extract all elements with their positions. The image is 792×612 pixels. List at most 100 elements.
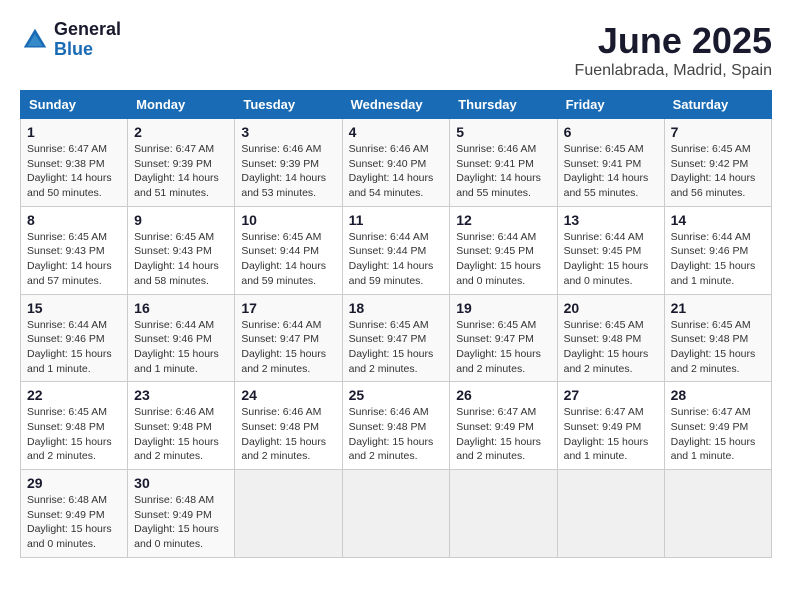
calendar-week-row: 22 Sunrise: 6:45 AM Sunset: 9:48 PM Dayli… <box>21 382 772 470</box>
day-number: 19 <box>456 300 550 316</box>
calendar-cell: 4 Sunrise: 6:46 AM Sunset: 9:40 PM Daylig… <box>342 119 450 207</box>
day-number: 2 <box>134 124 228 140</box>
calendar-week-row: 8 Sunrise: 6:45 AM Sunset: 9:43 PM Daylig… <box>21 206 772 294</box>
calendar-cell <box>557 470 664 558</box>
day-number: 5 <box>456 124 550 140</box>
calendar-title: June 2025 <box>575 20 772 62</box>
cell-details: Sunrise: 6:47 AM Sunset: 9:38 PM Dayligh… <box>27 142 121 201</box>
cell-details: Sunrise: 6:47 AM Sunset: 9:39 PM Dayligh… <box>134 142 228 201</box>
day-number: 22 <box>27 387 121 403</box>
calendar-header-monday: Monday <box>128 91 235 119</box>
cell-details: Sunrise: 6:44 AM Sunset: 9:46 PM Dayligh… <box>134 318 228 377</box>
calendar-cell <box>235 470 342 558</box>
calendar-cell <box>450 470 557 558</box>
day-number: 14 <box>671 212 765 228</box>
cell-details: Sunrise: 6:46 AM Sunset: 9:39 PM Dayligh… <box>241 142 335 201</box>
calendar-cell: 20Sunrise: 6:45 AM Sunset: 9:48 PM Dayli… <box>557 294 664 382</box>
calendar-cell: 25 Sunrise: 6:46 AM Sunset: 9:48 PM Dayli… <box>342 382 450 470</box>
day-number: 30 <box>134 475 228 491</box>
calendar-cell: 11Sunrise: 6:44 AM Sunset: 9:44 PM Dayli… <box>342 206 450 294</box>
day-number: 6 <box>564 124 658 140</box>
day-number: 23 <box>134 387 228 403</box>
calendar-cell: 23 Sunrise: 6:46 AM Sunset: 9:48 PM Dayli… <box>128 382 235 470</box>
calendar-week-row: 1 Sunrise: 6:47 AM Sunset: 9:38 PM Daylig… <box>21 119 772 207</box>
calendar-cell <box>342 470 450 558</box>
cell-details: Sunrise: 6:47 AM Sunset: 9:49 PM Dayligh… <box>456 405 550 464</box>
calendar-cell: 19 Sunrise: 6:45 AM Sunset: 9:47 PM Dayli… <box>450 294 557 382</box>
calendar-cell: 27 Sunrise: 6:47 AM Sunset: 9:49 PM Dayli… <box>557 382 664 470</box>
day-number: 10 <box>241 212 335 228</box>
calendar-cell: 10 Sunrise: 6:45 AM Sunset: 9:44 PM Dayli… <box>235 206 342 294</box>
calendar-subtitle: Fuenlabrada, Madrid, Spain <box>575 62 772 80</box>
logo-blue-text: Blue <box>54 40 121 60</box>
cell-details: Sunrise: 6:44 AM Sunset: 9:45 PM Dayligh… <box>456 230 550 289</box>
cell-details: Sunrise: 6:45 AM Sunset: 9:41 PM Dayligh… <box>564 142 658 201</box>
day-number: 21 <box>671 300 765 316</box>
cell-details: Sunrise: 6:48 AM Sunset: 9:49 PM Dayligh… <box>27 493 121 552</box>
calendar-header-sunday: Sunday <box>21 91 128 119</box>
calendar-cell: 17 Sunrise: 6:44 AM Sunset: 9:47 PM Dayli… <box>235 294 342 382</box>
day-number: 1 <box>27 124 121 140</box>
cell-details: Sunrise: 6:45 AM Sunset: 9:48 PM Dayligh… <box>27 405 121 464</box>
cell-details: Sunrise: 6:44 AM Sunset: 9:47 PM Dayligh… <box>241 318 335 377</box>
calendar-cell: 12Sunrise: 6:44 AM Sunset: 9:45 PM Dayli… <box>450 206 557 294</box>
cell-details: Sunrise: 6:45 AM Sunset: 9:47 PM Dayligh… <box>456 318 550 377</box>
cell-details: Sunrise: 6:45 AM Sunset: 9:43 PM Dayligh… <box>134 230 228 289</box>
calendar-cell: 28 Sunrise: 6:47 AM Sunset: 9:49 PM Dayli… <box>664 382 771 470</box>
cell-details: Sunrise: 6:46 AM Sunset: 9:40 PM Dayligh… <box>349 142 444 201</box>
calendar-cell: 9 Sunrise: 6:45 AM Sunset: 9:43 PM Daylig… <box>128 206 235 294</box>
day-number: 4 <box>349 124 444 140</box>
day-number: 11 <box>349 212 444 228</box>
cell-details: Sunrise: 6:44 AM Sunset: 9:45 PM Dayligh… <box>564 230 658 289</box>
calendar-cell: 14 Sunrise: 6:44 AM Sunset: 9:46 PM Dayli… <box>664 206 771 294</box>
calendar-cell: 3 Sunrise: 6:46 AM Sunset: 9:39 PM Daylig… <box>235 119 342 207</box>
calendar-cell: 22 Sunrise: 6:45 AM Sunset: 9:48 PM Dayli… <box>21 382 128 470</box>
cell-details: Sunrise: 6:45 AM Sunset: 9:47 PM Dayligh… <box>349 318 444 377</box>
day-number: 17 <box>241 300 335 316</box>
logo-icon <box>20 25 50 55</box>
calendar-cell: 1 Sunrise: 6:47 AM Sunset: 9:38 PM Daylig… <box>21 119 128 207</box>
calendar-header-friday: Friday <box>557 91 664 119</box>
cell-details: Sunrise: 6:44 AM Sunset: 9:46 PM Dayligh… <box>27 318 121 377</box>
cell-details: Sunrise: 6:47 AM Sunset: 9:49 PM Dayligh… <box>564 405 658 464</box>
day-number: 3 <box>241 124 335 140</box>
cell-details: Sunrise: 6:46 AM Sunset: 9:48 PM Dayligh… <box>349 405 444 464</box>
calendar-cell: 7Sunrise: 6:45 AM Sunset: 9:42 PM Daylig… <box>664 119 771 207</box>
calendar-cell: 2 Sunrise: 6:47 AM Sunset: 9:39 PM Daylig… <box>128 119 235 207</box>
calendar-table: SundayMondayTuesdayWednesdayThursdayFrid… <box>20 90 772 558</box>
calendar-cell: 8Sunrise: 6:45 AM Sunset: 9:43 PM Daylig… <box>21 206 128 294</box>
cell-details: Sunrise: 6:45 AM Sunset: 9:48 PM Dayligh… <box>671 318 765 377</box>
calendar-cell: 18Sunrise: 6:45 AM Sunset: 9:47 PM Dayli… <box>342 294 450 382</box>
day-number: 20 <box>564 300 658 316</box>
calendar-header-tuesday: Tuesday <box>235 91 342 119</box>
calendar-cell: 15Sunrise: 6:44 AM Sunset: 9:46 PM Dayli… <box>21 294 128 382</box>
calendar-cell: 24Sunrise: 6:46 AM Sunset: 9:48 PM Dayli… <box>235 382 342 470</box>
calendar-week-row: 15Sunrise: 6:44 AM Sunset: 9:46 PM Dayli… <box>21 294 772 382</box>
title-block: June 2025 Fuenlabrada, Madrid, Spain <box>575 20 772 80</box>
day-number: 28 <box>671 387 765 403</box>
day-number: 16 <box>134 300 228 316</box>
day-number: 8 <box>27 212 121 228</box>
logo-general-text: General <box>54 20 121 40</box>
day-number: 25 <box>349 387 444 403</box>
cell-details: Sunrise: 6:45 AM Sunset: 9:44 PM Dayligh… <box>241 230 335 289</box>
day-number: 13 <box>564 212 658 228</box>
day-number: 26 <box>456 387 550 403</box>
cell-details: Sunrise: 6:47 AM Sunset: 9:49 PM Dayligh… <box>671 405 765 464</box>
cell-details: Sunrise: 6:45 AM Sunset: 9:42 PM Dayligh… <box>671 142 765 201</box>
cell-details: Sunrise: 6:44 AM Sunset: 9:46 PM Dayligh… <box>671 230 765 289</box>
calendar-cell: 13 Sunrise: 6:44 AM Sunset: 9:45 PM Dayli… <box>557 206 664 294</box>
calendar-header-wednesday: Wednesday <box>342 91 450 119</box>
calendar-cell: 6 Sunrise: 6:45 AM Sunset: 9:41 PM Daylig… <box>557 119 664 207</box>
calendar-cell: 21 Sunrise: 6:45 AM Sunset: 9:48 PM Dayli… <box>664 294 771 382</box>
calendar-cell: 16 Sunrise: 6:44 AM Sunset: 9:46 PM Dayli… <box>128 294 235 382</box>
cell-details: Sunrise: 6:46 AM Sunset: 9:48 PM Dayligh… <box>134 405 228 464</box>
calendar-cell <box>664 470 771 558</box>
day-number: 27 <box>564 387 658 403</box>
logo: General Blue <box>20 20 121 60</box>
cell-details: Sunrise: 6:48 AM Sunset: 9:49 PM Dayligh… <box>134 493 228 552</box>
day-number: 9 <box>134 212 228 228</box>
calendar-week-row: 29Sunrise: 6:48 AM Sunset: 9:49 PM Dayli… <box>21 470 772 558</box>
calendar-header-row: SundayMondayTuesdayWednesdayThursdayFrid… <box>21 91 772 119</box>
page-header: General Blue June 2025 Fuenlabrada, Madr… <box>20 20 772 80</box>
